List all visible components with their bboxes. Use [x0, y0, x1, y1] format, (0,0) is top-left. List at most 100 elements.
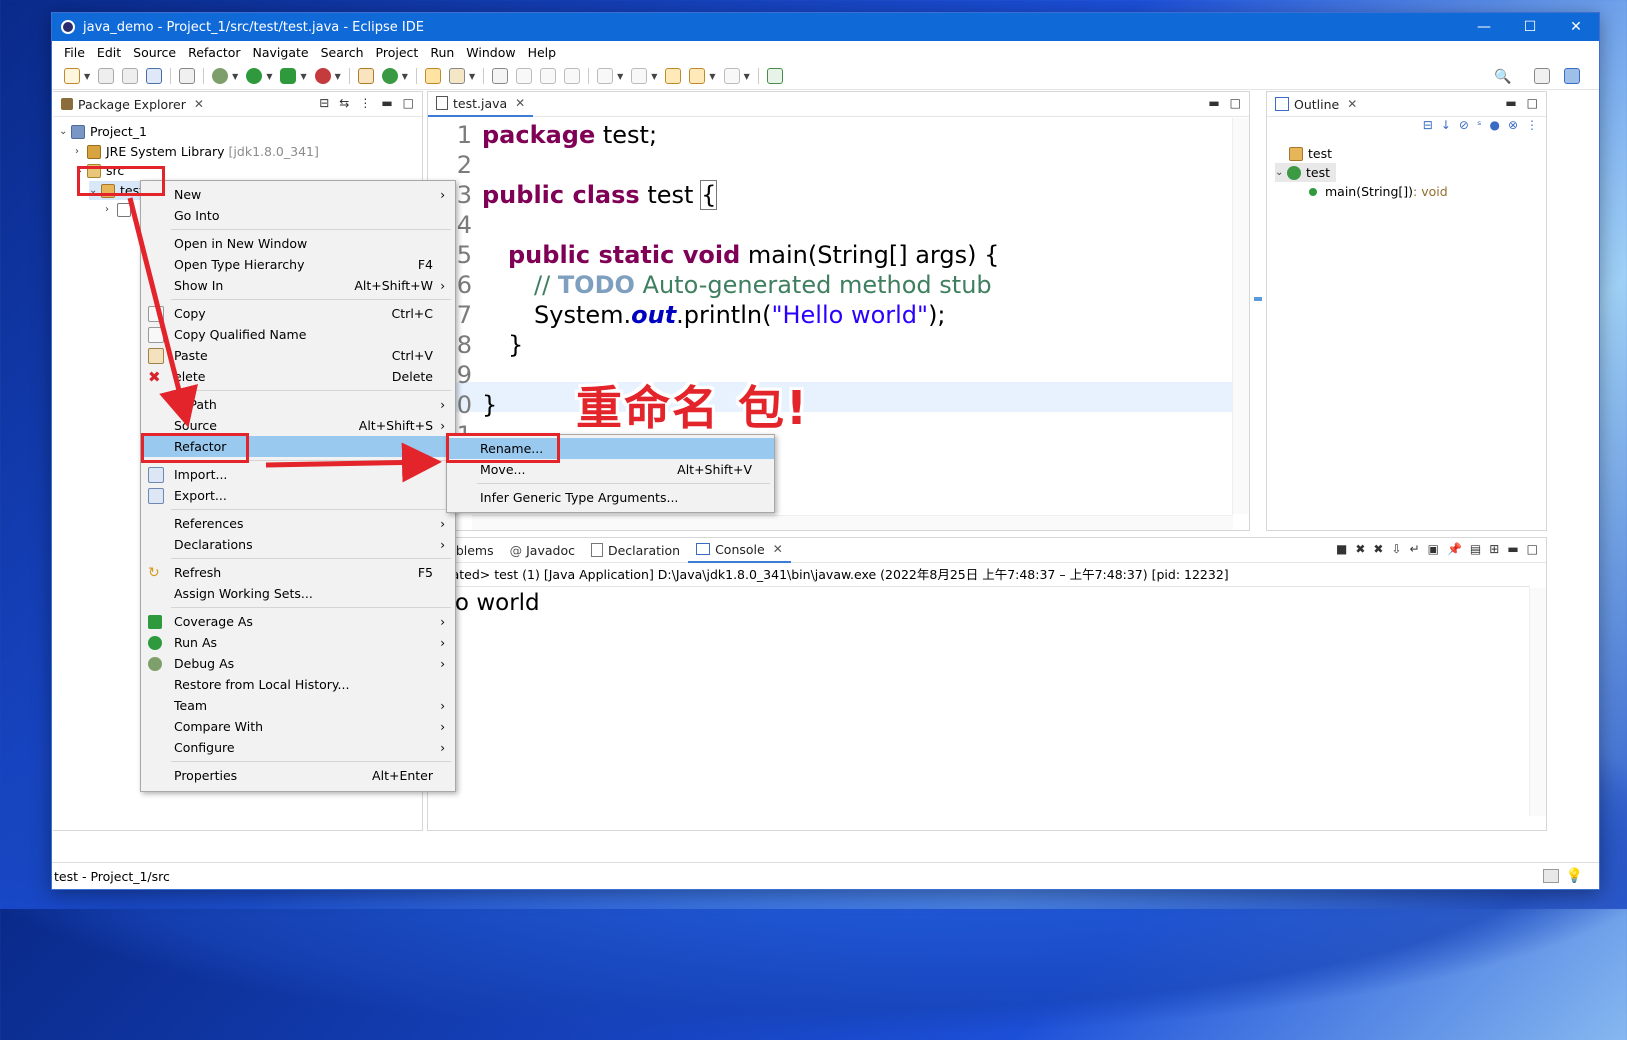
forward-icon[interactable] — [723, 68, 740, 84]
java-perspective-icon[interactable] — [1564, 68, 1580, 84]
menu-run[interactable]: Run — [424, 45, 460, 60]
code-line[interactable]: 6// TODO Auto-generated method stub — [428, 270, 992, 300]
close-icon[interactable]: ✕ — [773, 542, 783, 556]
skip-breakpoints-icon[interactable] — [179, 68, 196, 84]
minimize-view-icon[interactable]: ▬ — [1507, 542, 1518, 556]
minimize-view-icon[interactable]: ▬ — [381, 96, 392, 110]
tab-console[interactable]: Console ✕ — [688, 537, 791, 563]
chevron-down-icon[interactable]: ⌄ — [59, 126, 71, 137]
chevron-down-icon[interactable]: ⌄ — [1275, 167, 1287, 178]
collapse-all-icon[interactable]: ⊟ — [1423, 118, 1433, 132]
minimize-button[interactable]: — — [1461, 13, 1507, 41]
menu-search[interactable]: Search — [315, 45, 370, 60]
debug-icon[interactable] — [212, 68, 229, 84]
menu-item-coverage-as[interactable]: Coverage As › — [141, 611, 455, 632]
pin-editor-icon[interactable] — [766, 68, 783, 84]
chevron-down-icon[interactable]: ▼ — [744, 72, 750, 81]
sort-icon[interactable]: ↓ — [1441, 118, 1451, 132]
collapse-all-icon[interactable]: ⊟ — [319, 96, 329, 110]
menu-refactor[interactable]: Refactor — [182, 45, 246, 60]
outline-item-class[interactable]: ⌄ test — [1275, 163, 1337, 182]
hide-static-icon[interactable]: ˢ — [1477, 118, 1481, 132]
chevron-down-icon[interactable]: ▼ — [651, 72, 657, 81]
chevron-down-icon[interactable]: ▼ — [709, 72, 715, 81]
console-vertical-scrollbar[interactable] — [1529, 588, 1546, 816]
minimize-view-icon[interactable]: ▬ — [1505, 96, 1516, 110]
maximize-view-icon[interactable]: □ — [1527, 542, 1538, 556]
lightbulb-icon[interactable]: 💡 — [1566, 868, 1583, 884]
menu-item-export[interactable]: Export... — [141, 485, 455, 506]
coverage-icon[interactable] — [280, 68, 297, 84]
close-icon[interactable]: ✕ — [515, 96, 525, 110]
view-menu-icon[interactable]: ⋮ — [1526, 118, 1538, 132]
menu-item-paste[interactable]: Paste Ctrl+V — [141, 345, 455, 366]
maximize-button[interactable]: ☐ — [1507, 13, 1553, 41]
menu-item-infer-generic-type[interactable]: Infer Generic Type Arguments... — [447, 487, 774, 508]
tab-test-java[interactable]: test.java ✕ — [428, 91, 534, 117]
close-icon[interactable]: ✕ — [1347, 97, 1357, 111]
last-edit-location-icon[interactable] — [665, 68, 682, 84]
menu-item-open-type-hierarchy[interactable]: Open Type Hierarchy F4 — [141, 254, 455, 275]
scroll-lock-icon[interactable]: ⇩ — [1391, 542, 1401, 556]
menu-item-declarations[interactable]: Declarations › — [141, 534, 455, 555]
chevron-down-icon[interactable]: ▼ — [402, 72, 408, 81]
toggle-mark-occurrences-icon[interactable] — [492, 68, 509, 84]
outline-item-package[interactable]: test — [1289, 144, 1332, 163]
menu-item-copy[interactable]: Copy Ctrl+C — [141, 303, 455, 324]
menu-item-team[interactable]: Team › — [141, 695, 455, 716]
remove-launch-icon[interactable]: ✖ — [1355, 542, 1365, 556]
maximize-view-icon[interactable]: □ — [1527, 96, 1538, 110]
next-annotation-icon[interactable] — [597, 68, 614, 84]
menu-item-run-as[interactable]: Run As › — [141, 632, 455, 653]
minimize-view-icon[interactable]: ▬ — [1208, 96, 1219, 110]
menu-navigate[interactable]: Navigate — [247, 45, 315, 60]
maximize-view-icon[interactable]: □ — [1230, 96, 1241, 110]
menu-item-delete[interactable]: ✖ elete Delete — [141, 366, 455, 387]
code-line[interactable]: 3 public class test { — [428, 180, 718, 210]
chevron-down-icon[interactable]: ▼ — [266, 72, 272, 81]
chevron-right-icon[interactable]: › — [105, 204, 117, 215]
new-package-icon[interactable] — [357, 68, 374, 84]
menu-source[interactable]: Source — [127, 45, 182, 60]
code-line[interactable]: 7 System.out.println("Hello world"); — [428, 300, 946, 330]
maximize-view-icon[interactable]: □ — [403, 96, 414, 110]
close-button[interactable]: ✕ — [1553, 13, 1599, 41]
hide-fields-icon[interactable]: ⊘ — [1459, 118, 1469, 132]
save-icon[interactable] — [98, 68, 115, 84]
editor-horizontal-scrollbar[interactable] — [472, 515, 1233, 530]
show-whitespace-icon[interactable] — [564, 68, 581, 84]
menu-file[interactable]: File — [58, 45, 91, 60]
link-with-editor-icon[interactable]: ⇆ — [339, 96, 349, 110]
menu-edit[interactable]: Edit — [91, 45, 127, 60]
hide-local-types-icon[interactable]: ⊗ — [1508, 118, 1518, 132]
code-line[interactable]: 5 public static void main(String[] args) … — [428, 240, 1000, 270]
chevron-down-icon[interactable]: ▼ — [469, 72, 475, 81]
chevron-down-icon[interactable]: ▼ — [84, 72, 90, 81]
progress-icon[interactable] — [1543, 869, 1559, 883]
remove-all-icon[interactable]: ✖ — [1373, 542, 1383, 556]
editor-vertical-scrollbar[interactable] — [1232, 118, 1249, 514]
menu-item-import[interactable]: Import... — [141, 464, 455, 485]
chevron-down-icon[interactable]: ▼ — [232, 72, 238, 81]
tab-outline[interactable]: Outline ✕ — [1267, 92, 1365, 116]
external-tools-icon[interactable] — [314, 68, 331, 84]
menu-item-debug-as[interactable]: Debug As › — [141, 653, 455, 674]
tree-item-test-java[interactable]: › — [105, 200, 136, 219]
chevron-right-icon[interactable]: › — [75, 146, 87, 157]
terminate-icon[interactable]: ■ — [1336, 542, 1347, 556]
menu-item-compare-with[interactable]: Compare With › — [141, 716, 455, 737]
open-console-icon[interactable]: ⊞ — [1489, 542, 1499, 556]
menu-item-references[interactable]: References › — [141, 513, 455, 534]
menu-item-go-into[interactable]: Go Into — [141, 205, 455, 226]
previous-annotation-icon[interactable] — [631, 68, 648, 84]
chevron-down-icon[interactable]: ▼ — [617, 72, 623, 81]
menu-item-build-path[interactable]: ld Path › — [141, 394, 455, 415]
run-icon[interactable] — [246, 68, 263, 84]
new-class-icon[interactable] — [381, 68, 398, 84]
menu-item-copy-qualified-name[interactable]: Copy Qualified Name — [141, 324, 455, 345]
overview-marker[interactable] — [1254, 297, 1262, 301]
new-icon[interactable] — [64, 68, 80, 84]
display-console-icon[interactable]: ▤ — [1470, 542, 1481, 556]
toggle-block-selection-icon[interactable] — [516, 68, 533, 84]
chevron-down-icon[interactable]: ▼ — [300, 72, 306, 81]
